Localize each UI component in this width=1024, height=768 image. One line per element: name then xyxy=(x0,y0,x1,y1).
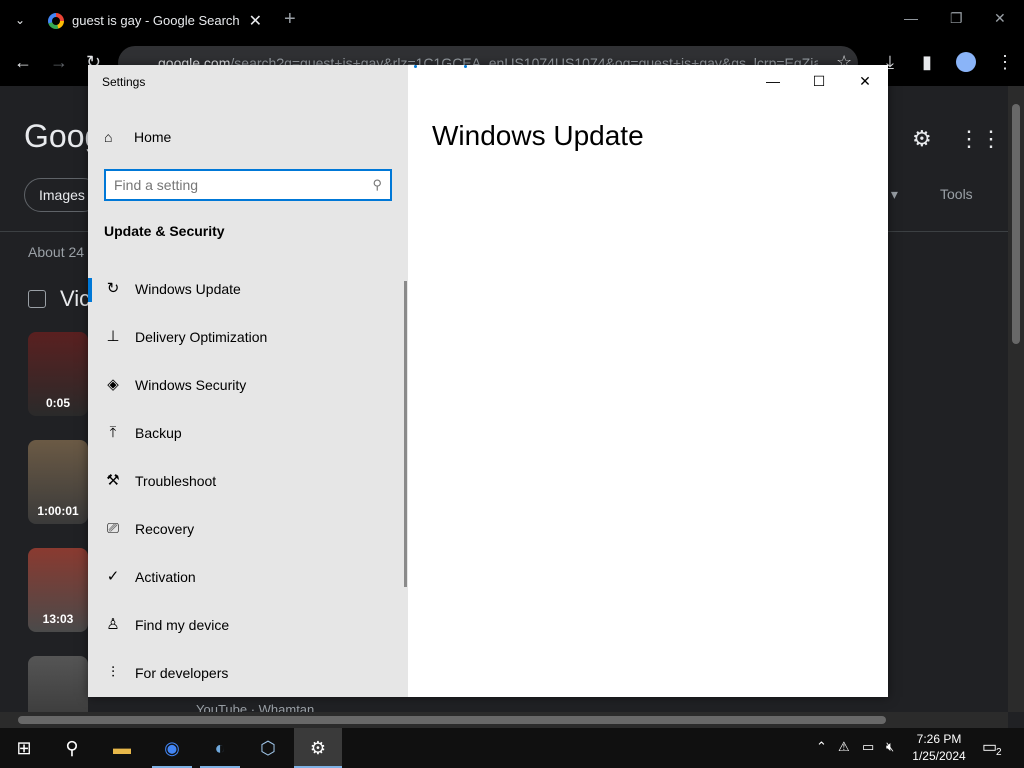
search-icon: ⚲ xyxy=(372,177,382,192)
clock[interactable]: 7:26 PM 1/25/2024 xyxy=(904,731,974,765)
chrome-icon[interactable]: ◉ xyxy=(148,728,196,768)
loading-dot xyxy=(464,65,467,68)
start-windows-icon[interactable]: ⊞ xyxy=(0,728,48,768)
forward-arrow-icon[interactable]: → xyxy=(50,52,68,73)
video-thumbnail[interactable] xyxy=(28,656,88,712)
nav-item-label: Windows Security xyxy=(135,377,247,393)
backup-icon: ⤒ xyxy=(109,424,117,441)
browser-restore-icon[interactable]: ❐ xyxy=(950,10,963,27)
tab-title: guest is gay - Google Search xyxy=(72,13,240,28)
refresh-icon: ↻ xyxy=(106,280,120,297)
app-icon[interactable]: ◐ xyxy=(196,728,244,768)
new-tab-icon[interactable]: + xyxy=(284,8,296,31)
nav-item-label: Delivery Optimization xyxy=(135,329,268,345)
page-horizontal-scrollbar[interactable] xyxy=(0,712,1008,728)
results-count: About 24 xyxy=(28,244,85,260)
nav-item-windows-security[interactable]: ◈ Windows Security xyxy=(88,362,404,410)
virtualbox-icon[interactable]: ⬡ xyxy=(244,728,292,768)
loading-dot xyxy=(414,65,417,68)
videos-heading: Vic xyxy=(28,286,90,312)
clock-date: 1/25/2024 xyxy=(912,749,966,763)
delivery-optimization-icon: ⊥ xyxy=(106,328,120,345)
browser-tab-strip: ⌄ guest is gay - Google Search ✕ + — ❐ ✕ xyxy=(0,0,1024,40)
volume-muted-icon[interactable]: 🔇︎ xyxy=(886,739,894,755)
video-source: YouTube · Whamtan xyxy=(196,702,315,712)
security-warning-icon[interactable]: ⚠ xyxy=(838,739,850,755)
nav-item-delivery-optimization[interactable]: ⊥ Delivery Optimization xyxy=(88,314,404,362)
network-icon[interactable]: ▭ xyxy=(862,739,874,755)
horizontal-scroll-thumb[interactable] xyxy=(18,716,886,724)
more-menu-icon[interactable]: ⋮ xyxy=(996,52,1014,73)
find-device-icon: ♙ xyxy=(106,616,120,633)
nav-item-label: Backup xyxy=(135,425,182,441)
video-duration: 1:00:01 xyxy=(37,504,79,518)
back-arrow-icon[interactable]: ← xyxy=(14,52,32,73)
close-icon[interactable]: ✕ xyxy=(842,71,888,91)
home-link[interactable]: ⌂ Home xyxy=(104,129,171,149)
settings-sidebar: Settings ⌂ Home ⚲ Update & Security ↻ Win… xyxy=(88,65,408,697)
wrench-icon: ⚒ xyxy=(106,472,120,489)
minimize-icon[interactable]: — xyxy=(750,71,796,91)
developer-icon: ⫶ xyxy=(111,664,115,681)
apps-grid-icon[interactable]: ⋮⋮⋮ xyxy=(958,126,1008,152)
page-title: Windows Update xyxy=(432,120,644,151)
settings-content: — ☐ ✕ Windows Update xyxy=(408,65,888,697)
video-duration: 0:05 xyxy=(45,396,71,410)
video-play-icon xyxy=(28,290,46,308)
nav-item-label: Find my device xyxy=(135,617,230,633)
nav-item-label: Activation xyxy=(135,569,196,585)
video-thumbnail[interactable]: 1:00:01 xyxy=(28,440,88,524)
nav-item-label: Recovery xyxy=(135,521,195,537)
settings-gear-icon[interactable]: ⚙ xyxy=(294,728,342,768)
nav-item-windows-update[interactable]: ↻ Windows Update xyxy=(88,266,404,314)
search-icon[interactable]: ⚲ xyxy=(48,728,96,768)
tab-search-chevron-icon[interactable]: ⌄ xyxy=(10,10,30,30)
gear-icon[interactable]: ⚙ xyxy=(912,126,932,152)
nav-item-label: For developers xyxy=(135,665,229,681)
profile-avatar-icon[interactable] xyxy=(956,52,976,72)
videos-heading-text: Vic xyxy=(60,286,91,311)
nav-item-for-developers[interactable]: ⫶ For developers xyxy=(88,650,404,698)
section-title: Update & Security xyxy=(104,223,225,239)
tray-chevron-icon[interactable]: ⌃ xyxy=(816,739,827,755)
sidebar-scrollbar[interactable] xyxy=(404,281,407,587)
browser-minimize-icon[interactable]: — xyxy=(904,10,918,26)
shield-icon: ◈ xyxy=(107,376,119,393)
side-panel-icon[interactable]: ▮ xyxy=(922,52,932,73)
file-explorer-icon[interactable]: ▬ xyxy=(98,728,146,768)
nav-item-recovery[interactable]: ⎚ Recovery xyxy=(88,506,404,554)
search-input[interactable] xyxy=(114,176,364,194)
home-label: Home xyxy=(134,129,172,145)
nav-item-label: Windows Update xyxy=(135,281,241,297)
window-title: Settings xyxy=(102,75,146,89)
video-thumbnail[interactable]: 13:03 xyxy=(28,548,88,632)
nav-item-label: Troubleshoot xyxy=(135,473,217,489)
vertical-scroll-thumb[interactable] xyxy=(1012,104,1020,344)
find-setting-search[interactable]: ⚲ xyxy=(104,169,392,201)
page-vertical-scrollbar[interactable] xyxy=(1008,86,1024,712)
video-thumbnail[interactable]: 0:05 xyxy=(28,332,88,416)
settings-window: Settings ⌂ Home ⚲ Update & Security ↻ Win… xyxy=(88,65,888,697)
clock-time: 7:26 PM xyxy=(916,732,962,746)
nav-item-backup[interactable]: ⤒ Backup xyxy=(88,410,404,458)
google-favicon-icon xyxy=(48,13,64,29)
browser-close-icon[interactable]: ✕ xyxy=(994,10,1006,27)
tools-button[interactable]: Tools xyxy=(940,186,973,202)
nav-item-troubleshoot[interactable]: ⚒ Troubleshoot xyxy=(88,458,404,506)
browser-tab[interactable]: guest is gay - Google Search ✕ xyxy=(36,4,272,38)
notification-count: 2 xyxy=(996,747,1002,758)
settings-nav-list: ↻ Windows Update ⊥ Delivery Optimization… xyxy=(88,266,408,698)
nav-item-find-my-device[interactable]: ♙ Find my device xyxy=(88,602,404,650)
tab-close-icon[interactable]: ✕ xyxy=(249,11,262,31)
video-duration: 13:03 xyxy=(42,612,74,626)
home-icon: ⌂ xyxy=(104,129,113,145)
taskbar: ⊞ ⚲ ▬ ◉ ◐ ⬡ ⚙ ⌃ ⚠ ▭ 🔇︎ 7:26 PM 1/25/2024… xyxy=(0,728,1024,768)
notification-icon[interactable]: ▭ xyxy=(982,737,997,757)
recovery-icon: ⎚ xyxy=(106,520,119,537)
nav-item-activation[interactable]: ✓ Activation xyxy=(88,554,404,602)
maximize-icon[interactable]: ☐ xyxy=(796,71,842,91)
check-circle-icon: ✓ xyxy=(106,568,120,585)
